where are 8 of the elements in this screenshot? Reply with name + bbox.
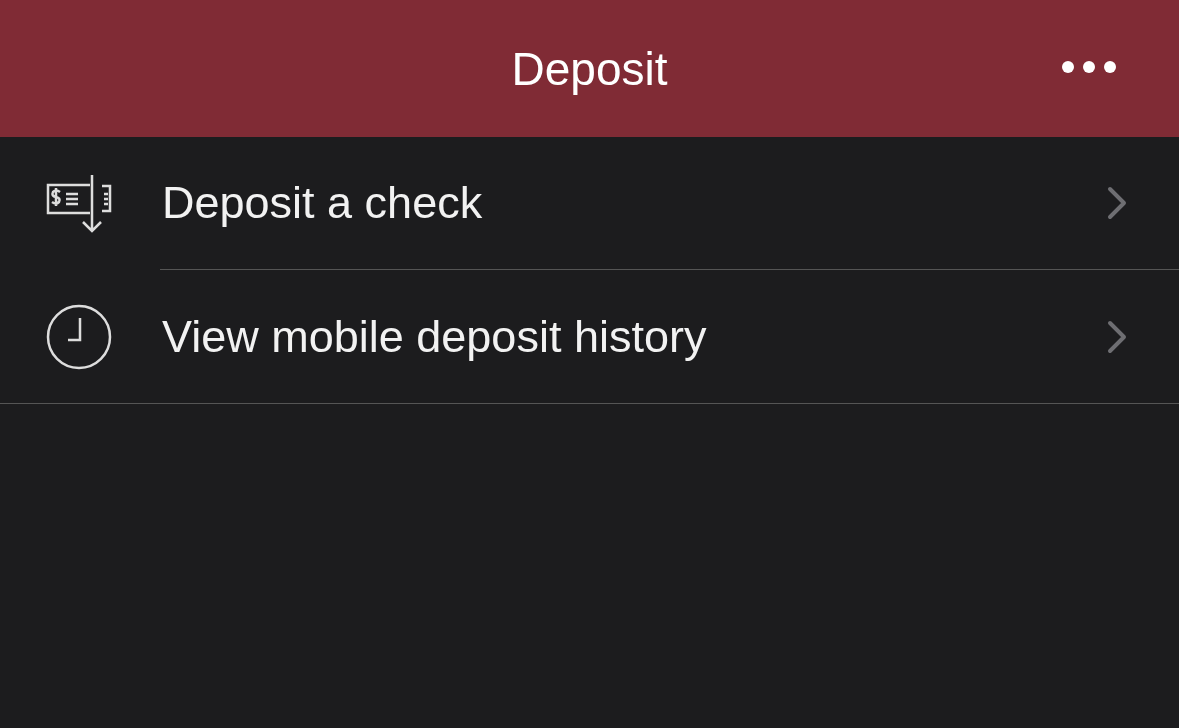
check-deposit-icon xyxy=(46,172,112,235)
menu-item[interactable]: View mobile deposit history xyxy=(0,270,1179,404)
page-title: Deposit xyxy=(511,41,668,96)
more-options-icon[interactable] xyxy=(1061,60,1117,74)
menu-item[interactable]: Deposit a check xyxy=(0,137,1179,270)
chevron-icon xyxy=(1107,319,1127,354)
chevron-icon xyxy=(1107,186,1127,220)
clock-icon xyxy=(46,303,112,370)
